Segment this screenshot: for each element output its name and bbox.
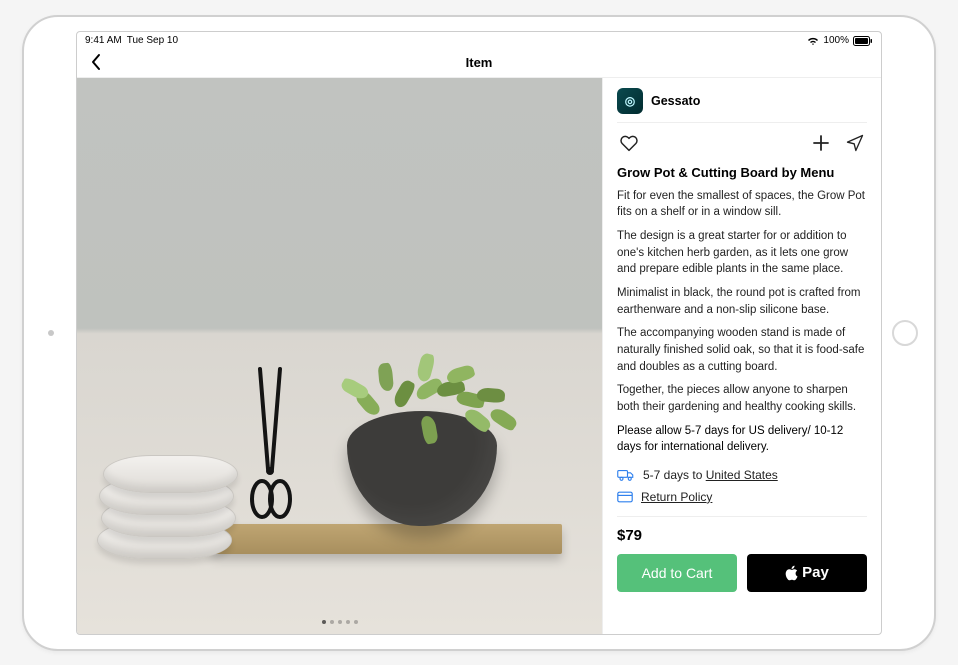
page-dot[interactable] xyxy=(330,620,334,624)
page-dot[interactable] xyxy=(322,620,326,624)
status-date: Tue Sep 10 xyxy=(127,35,178,46)
nav-bar: Item xyxy=(77,48,881,78)
detail-pane: ◎ Gessato Grow Pot & Cutting Board by xyxy=(602,78,881,634)
desc-paragraph: The accompanying wooden stand is made of… xyxy=(617,325,867,375)
buy-row: Add to Cart Pay xyxy=(617,554,867,592)
shipping-row[interactable]: 5-7 days to United States xyxy=(617,468,867,482)
seller-name: Gessato xyxy=(651,94,700,108)
return-policy-link[interactable]: Return Policy xyxy=(641,490,712,504)
camera-dot xyxy=(48,330,54,336)
page-dot[interactable] xyxy=(354,620,358,624)
seller-avatar: ◎ xyxy=(617,88,643,114)
apple-logo-icon xyxy=(785,565,799,581)
content: ◎ Gessato Grow Pot & Cutting Board by xyxy=(77,78,881,634)
bowls-illustration xyxy=(87,409,267,559)
favorite-button[interactable] xyxy=(617,131,641,155)
price: $79 xyxy=(617,527,867,544)
ipad-frame: 9:41 AM Tue Sep 10 100% Item xyxy=(22,15,936,651)
item-title: Grow Pot & Cutting Board by Menu xyxy=(617,165,867,180)
nav-title: Item xyxy=(466,55,493,70)
apple-pay-button[interactable]: Pay xyxy=(747,554,867,592)
status-bar: 9:41 AM Tue Sep 10 100% xyxy=(77,32,881,48)
wifi-icon xyxy=(807,36,819,46)
actions-row xyxy=(617,123,867,163)
shipping-destination[interactable]: United States xyxy=(706,468,778,482)
add-button[interactable] xyxy=(809,131,833,155)
product-image[interactable] xyxy=(77,78,602,634)
screen: 9:41 AM Tue Sep 10 100% Item xyxy=(76,31,882,635)
desc-paragraph: Fit for even the smallest of spaces, the… xyxy=(617,188,867,221)
seller-row[interactable]: ◎ Gessato xyxy=(617,88,867,123)
add-to-cart-button[interactable]: Add to Cart xyxy=(617,554,737,592)
apple-pay-label: Pay xyxy=(802,564,829,581)
return-policy-row[interactable]: Return Policy xyxy=(617,490,867,504)
divider xyxy=(617,516,867,517)
page-dot[interactable] xyxy=(338,620,342,624)
return-icon xyxy=(617,490,633,504)
shipping-prefix: 5-7 days to xyxy=(643,468,706,482)
gallery-page-dots[interactable] xyxy=(322,620,358,624)
back-button[interactable] xyxy=(85,51,107,73)
desc-paragraph: Together, the pieces allow anyone to sha… xyxy=(617,382,867,415)
share-button[interactable] xyxy=(843,131,867,155)
pot-illustration xyxy=(347,411,497,526)
truck-icon xyxy=(617,468,635,482)
desc-paragraph: Minimalist in black, the round pot is cr… xyxy=(617,285,867,318)
status-battery-pct: 100% xyxy=(823,35,849,46)
desc-paragraph: The design is a great starter for or add… xyxy=(617,228,867,278)
home-button[interactable] xyxy=(892,320,918,346)
delivery-note: Please allow 5-7 days for US delivery/ 1… xyxy=(617,423,867,456)
battery-icon xyxy=(853,36,873,46)
item-description: Fit for even the smallest of spaces, the… xyxy=(617,188,867,423)
page-dot[interactable] xyxy=(346,620,350,624)
status-time: 9:41 AM xyxy=(85,35,122,46)
